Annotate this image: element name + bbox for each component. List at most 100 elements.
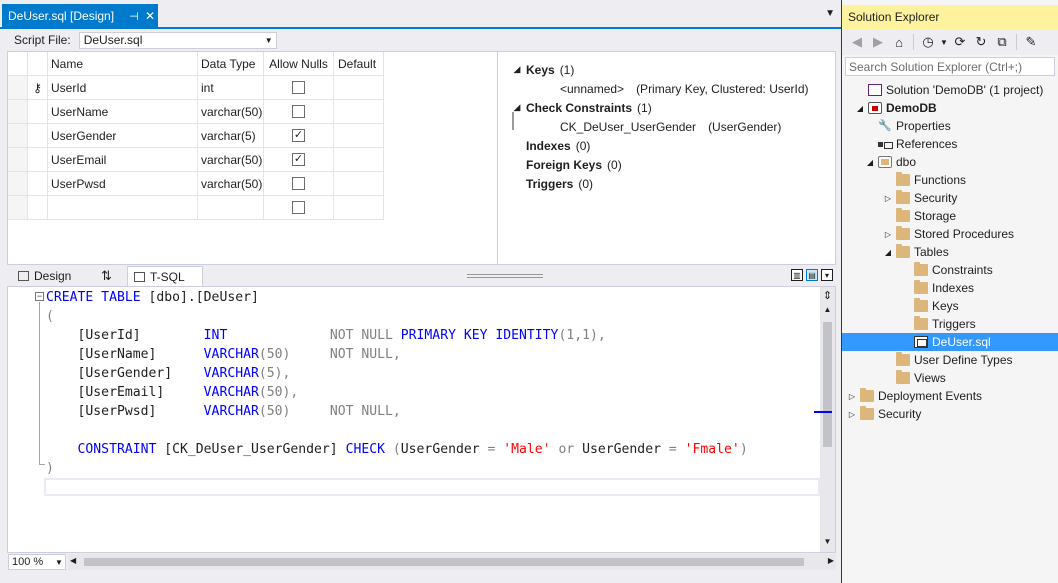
- default-cell[interactable]: [334, 196, 384, 220]
- split-handle-icon[interactable]: ⇕: [822, 289, 833, 303]
- expand-icon[interactable]: ▷: [882, 194, 894, 203]
- pin-icon[interactable]: ⊣: [126, 10, 142, 23]
- triggers-node[interactable]: Triggers (0): [526, 174, 593, 193]
- solution-explorer-title[interactable]: Solution Explorer: [842, 5, 1058, 29]
- project-node[interactable]: ◢ DemoDB: [842, 99, 1058, 117]
- column-header-default[interactable]: Default: [334, 52, 384, 76]
- vertical-scrollbar[interactable]: ⇕ ▲ ▼: [814, 287, 835, 552]
- allow-nulls-checkbox[interactable]: [292, 201, 305, 214]
- collapse-icon[interactable]: ◢: [854, 104, 866, 113]
- expand-icon[interactable]: ▷: [882, 230, 894, 239]
- row-selector[interactable]: [8, 100, 28, 124]
- foreign-keys-node[interactable]: Foreign Keys (0): [526, 155, 622, 174]
- table-row[interactable]: UserEmail varchar(50) ✓: [8, 148, 498, 172]
- script-file-select[interactable]: DeUser.sql ▼: [78, 31, 277, 49]
- table-row[interactable]: UserGender varchar(5) ✓: [8, 124, 498, 148]
- collapse-all-icon[interactable]: ⧉: [993, 33, 1011, 51]
- storage-folder-node[interactable]: Storage: [842, 207, 1058, 225]
- scroll-right-icon[interactable]: ▶: [828, 556, 834, 565]
- column-name-cell[interactable]: [48, 196, 198, 220]
- data-type-cell[interactable]: [198, 196, 264, 220]
- solution-explorer-search[interactable]: Search Solution Explorer (Ctrl+;): [845, 57, 1055, 76]
- default-cell[interactable]: [334, 76, 384, 100]
- tab-tsql[interactable]: T-SQL: [127, 266, 203, 286]
- expand-icon[interactable]: ▷: [846, 392, 858, 401]
- chevron-down-icon[interactable]: ▼: [940, 33, 948, 51]
- home-icon[interactable]: ⌂: [890, 33, 908, 51]
- triggers-folder-node[interactable]: Triggers: [842, 315, 1058, 333]
- properties-node[interactable]: 🔧 Properties: [842, 117, 1058, 135]
- stored-procedures-folder-node[interactable]: ▷ Stored Procedures: [842, 225, 1058, 243]
- data-type-cell[interactable]: varchar(50): [198, 148, 264, 172]
- back-icon[interactable]: ◀: [848, 33, 866, 51]
- scroll-up-icon[interactable]: ▲: [820, 305, 835, 317]
- user-define-types-folder-node[interactable]: User Define Types: [842, 351, 1058, 369]
- collapse-icon[interactable]: ◢: [508, 102, 526, 113]
- forward-icon[interactable]: ▶: [869, 33, 887, 51]
- row-selector[interactable]: [8, 148, 28, 172]
- tables-folder-node[interactable]: ◢ Tables: [842, 243, 1058, 261]
- allow-nulls-checkbox[interactable]: ✓: [292, 129, 305, 142]
- data-type-cell[interactable]: varchar(50): [198, 172, 264, 196]
- collapse-icon[interactable]: ◢: [882, 248, 894, 257]
- security-root-folder-node[interactable]: ▷ Security: [842, 405, 1058, 423]
- column-name-cell[interactable]: UserName: [48, 100, 198, 124]
- deployment-events-folder-node[interactable]: ▷ Deployment Events: [842, 387, 1058, 405]
- tab-list-dropdown-icon[interactable]: ▼: [825, 8, 835, 19]
- default-cell[interactable]: [334, 172, 384, 196]
- column-name-cell[interactable]: UserId: [48, 76, 198, 100]
- default-cell[interactable]: [334, 124, 384, 148]
- row-selector[interactable]: [8, 196, 28, 220]
- code-text[interactable]: CREATE TABLE [dbo].[DeUser] ( [UserId] I…: [46, 288, 748, 478]
- solution-node[interactable]: Solution 'DemoDB' (1 project): [842, 81, 1058, 99]
- zoom-select[interactable]: 100 % ▼: [8, 554, 66, 570]
- column-header-name[interactable]: Name: [48, 52, 198, 76]
- constraints-folder-node[interactable]: Constraints: [842, 261, 1058, 279]
- collapse-icon[interactable]: ◢: [864, 158, 876, 167]
- document-tab[interactable]: DeUser.sql [Design] ⊣ ✕: [2, 4, 158, 28]
- refresh-icon[interactable]: ↻: [972, 33, 990, 51]
- horizontal-split-button[interactable]: ▤: [806, 269, 818, 281]
- check-constraints-node[interactable]: ◢ Check Constraints (1): [508, 98, 652, 117]
- properties-wrench-icon[interactable]: ✎: [1022, 33, 1040, 51]
- column-name-cell[interactable]: UserGender: [48, 124, 198, 148]
- table-row[interactable]: UserName varchar(50): [8, 100, 498, 124]
- allow-nulls-checkbox[interactable]: ✓: [292, 153, 305, 166]
- vertical-split-button[interactable]: ▥: [791, 269, 803, 281]
- scroll-thumb[interactable]: [84, 558, 804, 566]
- table-row[interactable]: [8, 196, 498, 220]
- splitter-grip[interactable]: [467, 274, 543, 278]
- collapse-region-icon[interactable]: −: [35, 292, 44, 301]
- history-icon[interactable]: ◷: [919, 33, 937, 51]
- column-name-cell[interactable]: UserEmail: [48, 148, 198, 172]
- row-selector[interactable]: [8, 172, 28, 196]
- collapse-pane-button[interactable]: ▾: [821, 269, 833, 281]
- sync-icon[interactable]: ⟳: [951, 33, 969, 51]
- indexes-folder-node[interactable]: Indexes: [842, 279, 1058, 297]
- row-selector[interactable]: [8, 76, 28, 100]
- scroll-down-icon[interactable]: ▼: [820, 537, 835, 549]
- functions-folder-node[interactable]: Functions: [842, 171, 1058, 189]
- close-icon[interactable]: ✕: [142, 9, 158, 23]
- table-row[interactable]: ⚷ UserId int: [8, 76, 498, 100]
- dbo-folder-node[interactable]: ◢ dbo: [842, 153, 1058, 171]
- check-constraint-item[interactable]: CK_DeUser_UserGender (UserGender): [508, 117, 781, 136]
- allow-nulls-checkbox[interactable]: [292, 105, 305, 118]
- primary-key-item[interactable]: <unnamed> (Primary Key, Clustered: UserI…: [508, 79, 809, 98]
- keys-node[interactable]: ◢ Keys (1): [508, 60, 575, 79]
- default-cell[interactable]: [334, 148, 384, 172]
- indexes-node[interactable]: Indexes (0): [526, 136, 590, 155]
- column-header-nulls[interactable]: Allow Nulls: [264, 52, 334, 76]
- security-folder-node[interactable]: ▷ Security: [842, 189, 1058, 207]
- views-folder-node[interactable]: Views: [842, 369, 1058, 387]
- tab-design[interactable]: Design: [12, 266, 77, 286]
- table-row[interactable]: UserPwsd varchar(50): [8, 172, 498, 196]
- scroll-thumb[interactable]: [823, 322, 832, 447]
- default-cell[interactable]: [334, 100, 384, 124]
- data-type-cell[interactable]: int: [198, 76, 264, 100]
- collapse-icon[interactable]: ◢: [508, 64, 526, 75]
- swap-panes-button[interactable]: ⇅: [95, 266, 118, 286]
- data-type-cell[interactable]: varchar(50): [198, 100, 264, 124]
- column-header-type[interactable]: Data Type: [198, 52, 264, 76]
- row-selector[interactable]: [8, 124, 28, 148]
